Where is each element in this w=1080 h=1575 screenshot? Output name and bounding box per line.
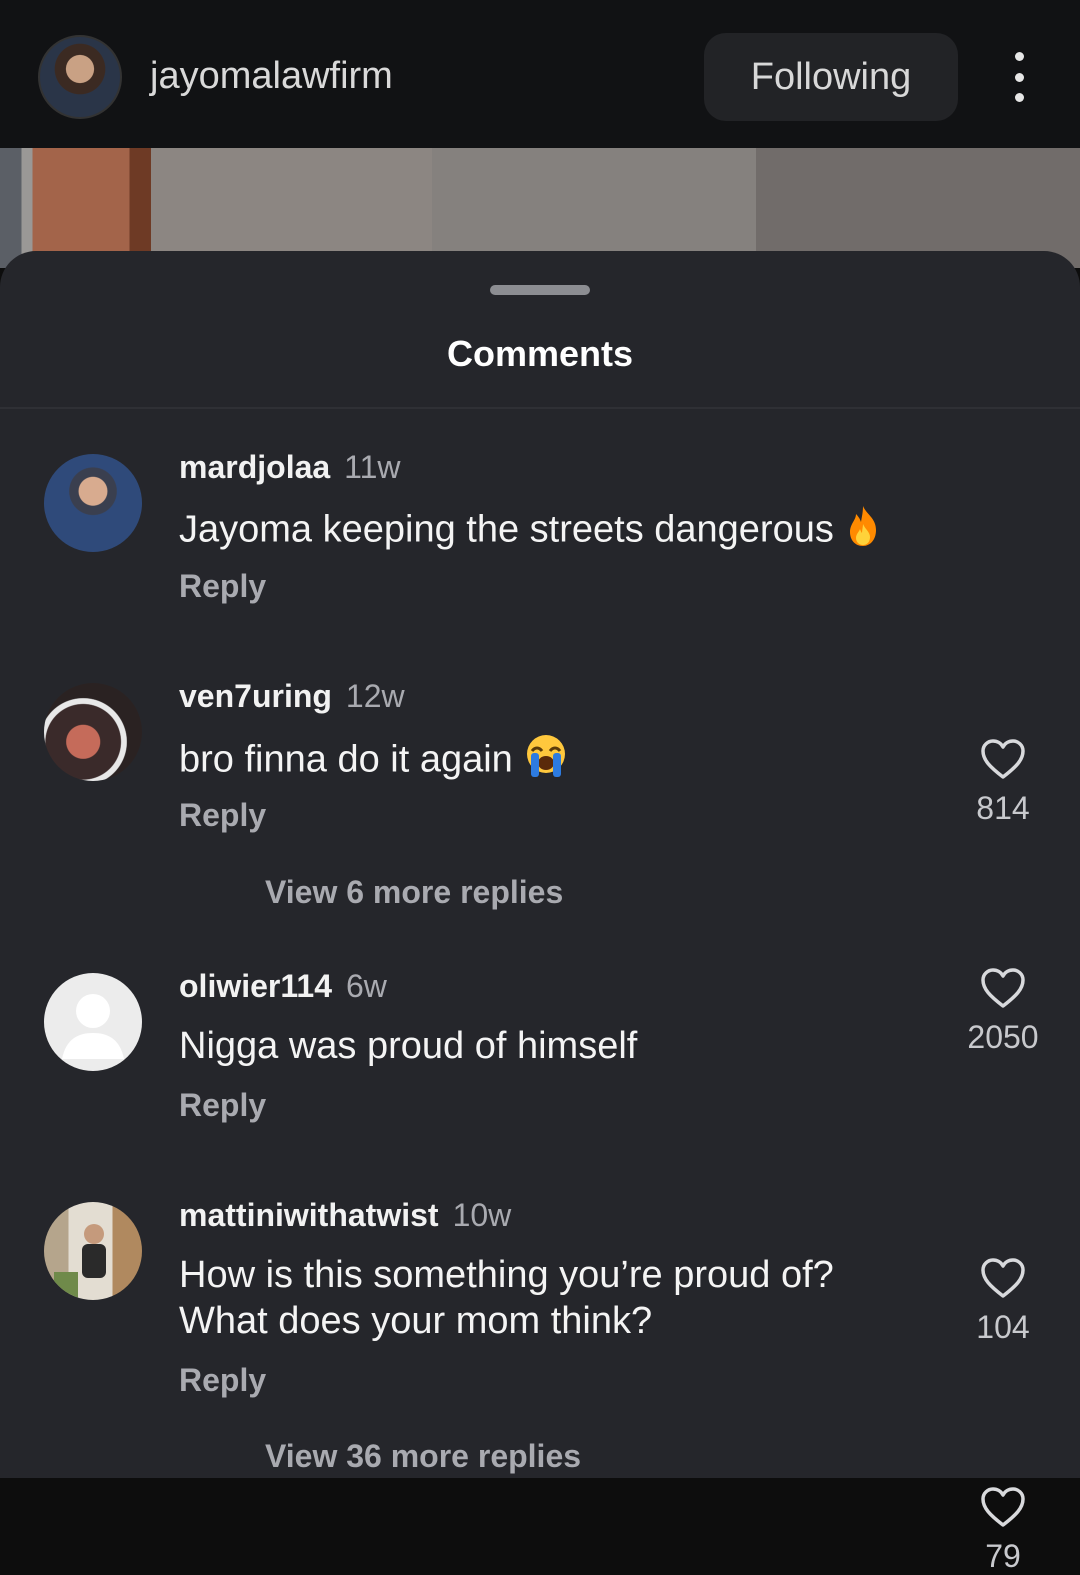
like-count: 814	[976, 790, 1030, 826]
reply-button[interactable]: Reply	[179, 568, 266, 605]
comment-time: 6w	[345, 968, 387, 1004]
default-avatar-icon[interactable]	[44, 973, 142, 1071]
comment-text: Nigga was proud of himself	[179, 1025, 638, 1067]
comment-time: 12w	[345, 678, 405, 714]
reply-button[interactable]: Reply	[179, 1362, 266, 1399]
avatar[interactable]	[44, 683, 142, 781]
like-count: 104	[976, 1309, 1030, 1345]
heart-icon[interactable]	[980, 738, 1026, 780]
loudly-crying-emoji	[523, 733, 569, 790]
comment-text: bro finna do it again	[179, 733, 939, 790]
comment-time: 11w	[344, 449, 401, 485]
comment-username[interactable]: ven7uring 12w	[179, 678, 405, 715]
profile-avatar[interactable]	[38, 35, 122, 119]
like-button[interactable]: 79	[960, 1486, 1046, 1575]
more-options-icon[interactable]	[1004, 52, 1034, 102]
comments-sheet: Comments mardjolaa 11w Jayoma keeping the…	[0, 251, 1080, 1574]
heart-icon[interactable]	[980, 1257, 1026, 1299]
like-button[interactable]: 104	[960, 1257, 1046, 1346]
view-more-replies[interactable]: View 6 more replies	[265, 874, 563, 911]
top-bar: jayomalawfirm Following	[0, 0, 1080, 148]
avatar[interactable]	[44, 1202, 142, 1300]
comment-username[interactable]: mattiniwithatwist 10w	[179, 1197, 511, 1234]
divider	[0, 407, 1080, 409]
like-button[interactable]: 2050	[960, 967, 1046, 1056]
profile-username[interactable]: jayomalawfirm	[150, 55, 393, 98]
like-count: 2050	[967, 1019, 1039, 1055]
comment-text: How is this something you’re proud of? W…	[179, 1254, 834, 1342]
sheet-drag-handle[interactable]	[490, 285, 590, 295]
comments-title: Comments	[446, 333, 634, 374]
like-button[interactable]: 814	[960, 738, 1046, 827]
comment-username[interactable]: oliwier114 6w	[179, 968, 387, 1005]
comment-text: Jayoma keeping the streets dangerous	[179, 504, 939, 559]
view-more-replies[interactable]: View 36 more replies	[265, 1438, 581, 1475]
heart-icon[interactable]	[980, 967, 1026, 1009]
reply-button[interactable]: Reply	[179, 1087, 266, 1124]
fire-emoji	[844, 504, 882, 559]
following-button[interactable]: Following	[704, 33, 958, 121]
comment-username[interactable]: mardjolaa 11w	[179, 449, 401, 486]
comment-time: 10w	[452, 1197, 512, 1233]
reply-button[interactable]: Reply	[179, 797, 266, 834]
heart-icon[interactable]	[980, 1486, 1026, 1528]
like-count: 79	[985, 1538, 1021, 1574]
avatar[interactable]	[44, 454, 142, 552]
video-preview[interactable]	[0, 148, 1080, 268]
